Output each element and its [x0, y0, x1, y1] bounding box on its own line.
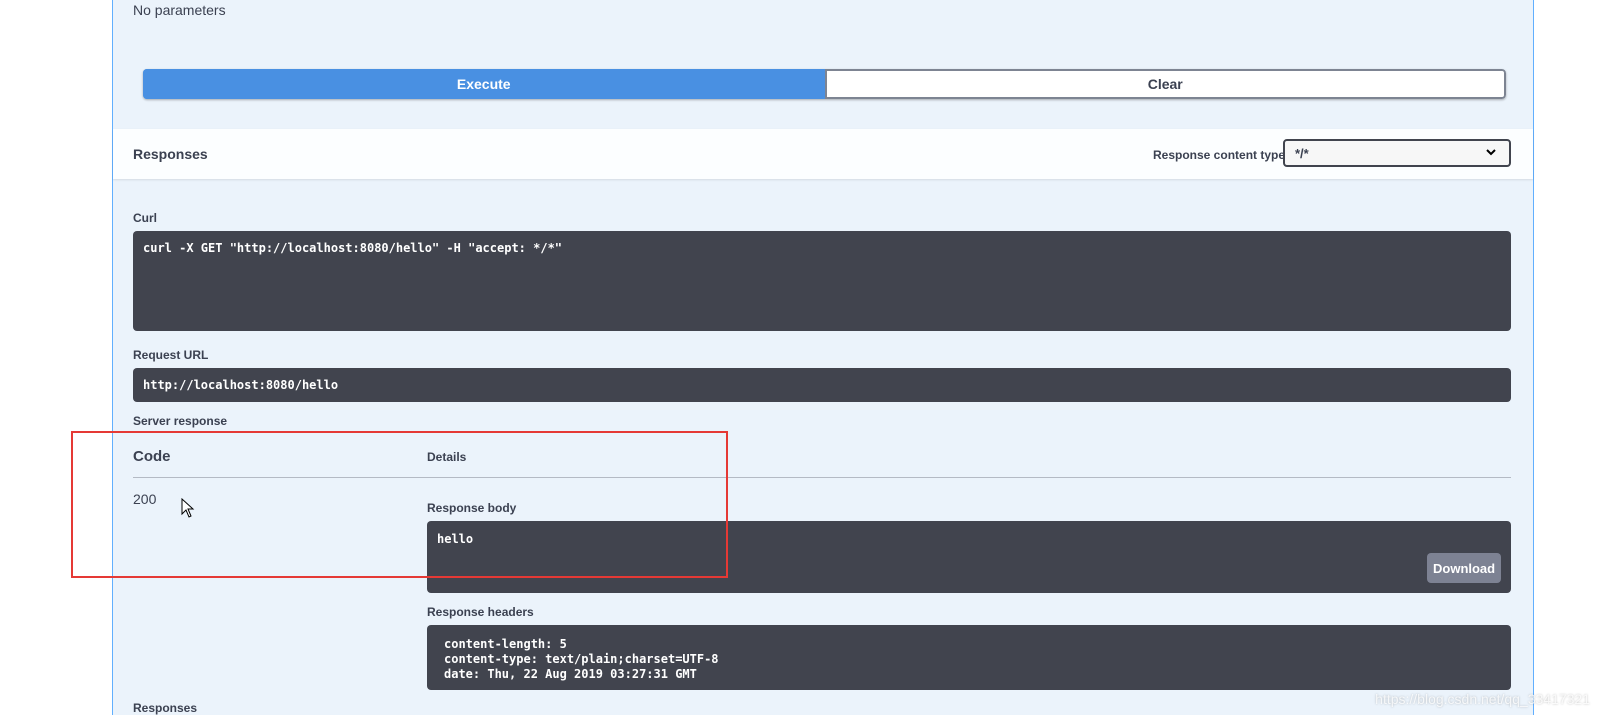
- clear-button[interactable]: Clear: [824, 69, 1506, 99]
- server-response-label: Server response: [133, 414, 228, 428]
- response-headers-block[interactable]: content-length: 5 content-type: text/pla…: [427, 625, 1511, 690]
- header-line: content-length: 5: [444, 637, 567, 651]
- response-content-type-select[interactable]: */*: [1283, 139, 1511, 167]
- mouse-pointer-icon: [181, 497, 195, 523]
- request-url-label: Request URL: [133, 348, 209, 362]
- response-body-label: Response body: [427, 501, 517, 515]
- responses-header: Responses Response content type */*: [113, 129, 1533, 179]
- response-content-type-value: */*: [1295, 145, 1309, 161]
- response-content-type-label: Response content type: [1153, 148, 1286, 162]
- response-code: 200: [133, 491, 157, 507]
- curl-command-block[interactable]: curl -X GET "http://localhost:8080/hello…: [133, 231, 1511, 331]
- watermark: https://blog.csdn.net/qq_33417321: [1375, 691, 1590, 707]
- code-column-header: Code: [133, 448, 171, 465]
- chevron-down-icon: [1485, 146, 1497, 161]
- download-button[interactable]: Download: [1427, 553, 1501, 583]
- response-body-block[interactable]: hello Download: [427, 521, 1511, 593]
- execute-wrapper: Execute Clear: [143, 69, 1506, 99]
- details-column-header: Details: [427, 450, 467, 464]
- table-divider: [133, 477, 1511, 478]
- request-url-value: http://localhost:8080/hello: [143, 378, 339, 392]
- responses-footer-title: Responses: [133, 701, 198, 715]
- curl-command: curl -X GET "http://localhost:8080/hello…: [143, 241, 563, 255]
- request-url-block[interactable]: http://localhost:8080/hello: [133, 368, 1511, 402]
- header-line: date: Thu, 22 Aug 2019 03:27:31 GMT: [444, 667, 697, 681]
- response-body-value: hello: [437, 532, 474, 546]
- header-line: content-type: text/plain;charset=UTF-8: [444, 652, 719, 666]
- responses-title: Responses: [133, 146, 208, 162]
- operation-panel: No parameters Execute Clear Responses Re…: [112, 0, 1534, 715]
- no-parameters-text: No parameters: [133, 2, 226, 18]
- response-headers-label: Response headers: [427, 605, 534, 619]
- curl-label: Curl: [133, 211, 157, 225]
- execute-button[interactable]: Execute: [143, 69, 825, 99]
